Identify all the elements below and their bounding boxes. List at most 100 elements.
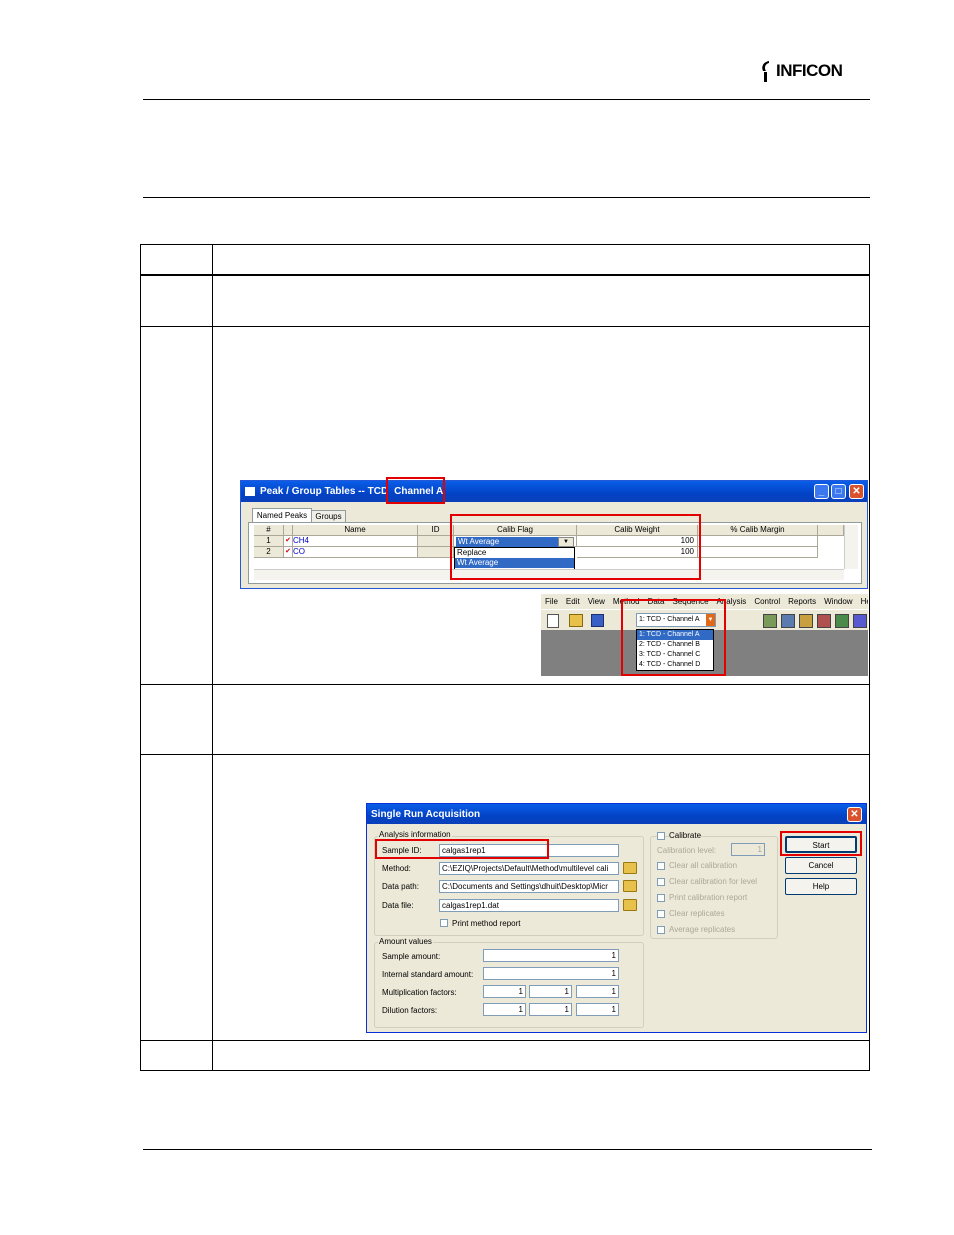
data-path-input[interactable]: C:\Documents and Settings\dhuit\Desktop\… [439,880,619,893]
menu-item[interactable]: Control [750,594,784,609]
row-calib-margin[interactable] [698,547,818,558]
logo-text: INFICON [776,61,843,80]
peak-window-titlebar: Peak / Group Tables -- TCD Channel A [241,481,867,502]
browse-folder-icon[interactable] [623,899,637,911]
dilution-factor-input[interactable]: 1 [529,1003,572,1016]
internal-standard-input[interactable]: 1 [483,967,619,980]
calibrate-label: Calibrate [669,831,702,840]
window-icon [245,487,255,496]
peak-window-title: Peak / Group Tables -- TCD [260,486,389,497]
menu-item[interactable]: View [584,594,609,609]
multiplication-factor-input[interactable]: 1 [529,985,572,998]
calibration-level-label: Calibration level: [657,846,717,855]
highlight-channel-select [621,599,726,676]
cancel-button[interactable]: Cancel [785,857,857,874]
data-path-label: Data path: [382,882,419,891]
col-header-filler [818,525,844,536]
toolbar-tool-icon[interactable] [799,614,813,628]
dialog-titlebar: Single Run Acquisition [367,804,866,824]
dilution-factor-input[interactable]: 1 [483,1003,526,1016]
average-replicates-label: Average replicates [669,925,736,934]
col-header-name[interactable]: Name [293,525,418,536]
dilution-factor-input[interactable]: 1 [576,1003,619,1016]
table-column-rule [212,244,213,1071]
vertical-scrollbar[interactable] [844,525,858,569]
clear-replicates-checkbox[interactable] [657,910,665,918]
close-button[interactable]: ✕ [847,807,862,822]
analysis-info-label: Analysis information [378,830,452,839]
table-border-bottom [140,1070,870,1071]
highlight-start-button [780,831,862,856]
table-row-rule [140,754,870,755]
print-calibration-report-checkbox[interactable] [657,894,665,902]
multiplication-factor-input[interactable]: 1 [483,985,526,998]
inficon-logo-icon [760,60,774,82]
new-file-icon[interactable] [547,614,559,628]
menu-item[interactable]: Edit [562,594,584,609]
maximize-button[interactable]: □ [831,484,846,499]
toolbar-tool-icon[interactable] [817,614,831,628]
dialog-title: Single Run Acquisition [371,808,481,820]
table-row-rule [140,684,870,685]
row-number: 1 [254,536,284,547]
help-button[interactable]: Help [785,878,857,895]
menu-item[interactable]: File [541,594,562,609]
minimize-button[interactable]: _ [814,484,829,499]
menu-item[interactable]: Help [857,594,868,609]
average-replicates-checkbox[interactable] [657,926,665,934]
row-id[interactable] [418,536,454,547]
amount-values-label: Amount values [378,937,433,946]
toolbar-tool-icon[interactable] [763,614,777,628]
toolbar-tool-icon[interactable] [781,614,795,628]
multiplication-factor-input[interactable]: 1 [576,985,619,998]
print-method-checkbox[interactable] [440,919,448,927]
row-name[interactable]: CO [293,547,418,558]
data-file-label: Data file: [382,901,414,910]
clear-replicates-label: Clear replicates [669,909,725,918]
toolbar-tool-icon[interactable] [835,614,849,628]
browse-folder-icon[interactable] [623,880,637,892]
multiplication-factors-label: Multiplication factors: [382,988,457,997]
print-calibration-report-label: Print calibration report [669,893,748,902]
clear-all-calibration-checkbox[interactable] [657,862,665,870]
menu-item[interactable]: Reports [784,594,820,609]
data-file-input[interactable]: calgas1rep1.dat [439,899,619,912]
calibrate-checkbox[interactable] [657,832,665,840]
menu-item[interactable]: Window [820,594,856,609]
clear-calibration-level-label: Clear calibration for level [669,877,758,886]
internal-standard-label: Internal standard amount: [382,970,474,979]
sample-amount-input[interactable]: 1 [483,949,619,962]
method-label: Method: [382,864,411,873]
sample-amount-label: Sample amount: [382,952,441,961]
row-id[interactable] [418,547,454,558]
table-border-top [140,244,870,245]
dilution-factors-label: Dilution factors: [382,1006,438,1015]
row-name[interactable]: CH4 [293,536,418,547]
section-rule [143,197,870,198]
table-header-rule [140,274,870,276]
row-calib-margin[interactable] [698,536,818,547]
clear-all-calibration-label: Clear all calibration [669,861,738,870]
highlight-sample-id [375,839,549,859]
row-flag-icon: ✔ [284,536,293,547]
save-icon[interactable] [591,614,604,627]
row-flag-icon: ✔ [284,547,293,558]
header-rule [143,99,870,100]
table-row-rule [140,326,870,327]
footer-rule [143,1149,872,1150]
col-header-spacer [284,525,293,536]
col-header-id[interactable]: ID [418,525,454,536]
method-input[interactable]: C:\EZIQ\Projects\Default\Method\multilev… [439,862,619,875]
clear-calibration-level-checkbox[interactable] [657,878,665,886]
inficon-logo: INFICON [760,59,843,83]
open-folder-icon[interactable] [569,614,583,627]
toolbar-tool-icon[interactable] [853,614,867,628]
calibration-level-input[interactable]: 1 [731,843,765,856]
browse-folder-icon[interactable] [623,862,637,874]
col-header-calib-margin[interactable]: % Calib Margin [698,525,818,536]
print-method-label: Print method report [452,919,521,928]
close-button[interactable]: ✕ [849,484,864,499]
col-header-num[interactable]: # [254,525,284,536]
tab-named-peaks[interactable]: Named Peaks [252,508,312,523]
highlight-channel-title [386,477,445,504]
